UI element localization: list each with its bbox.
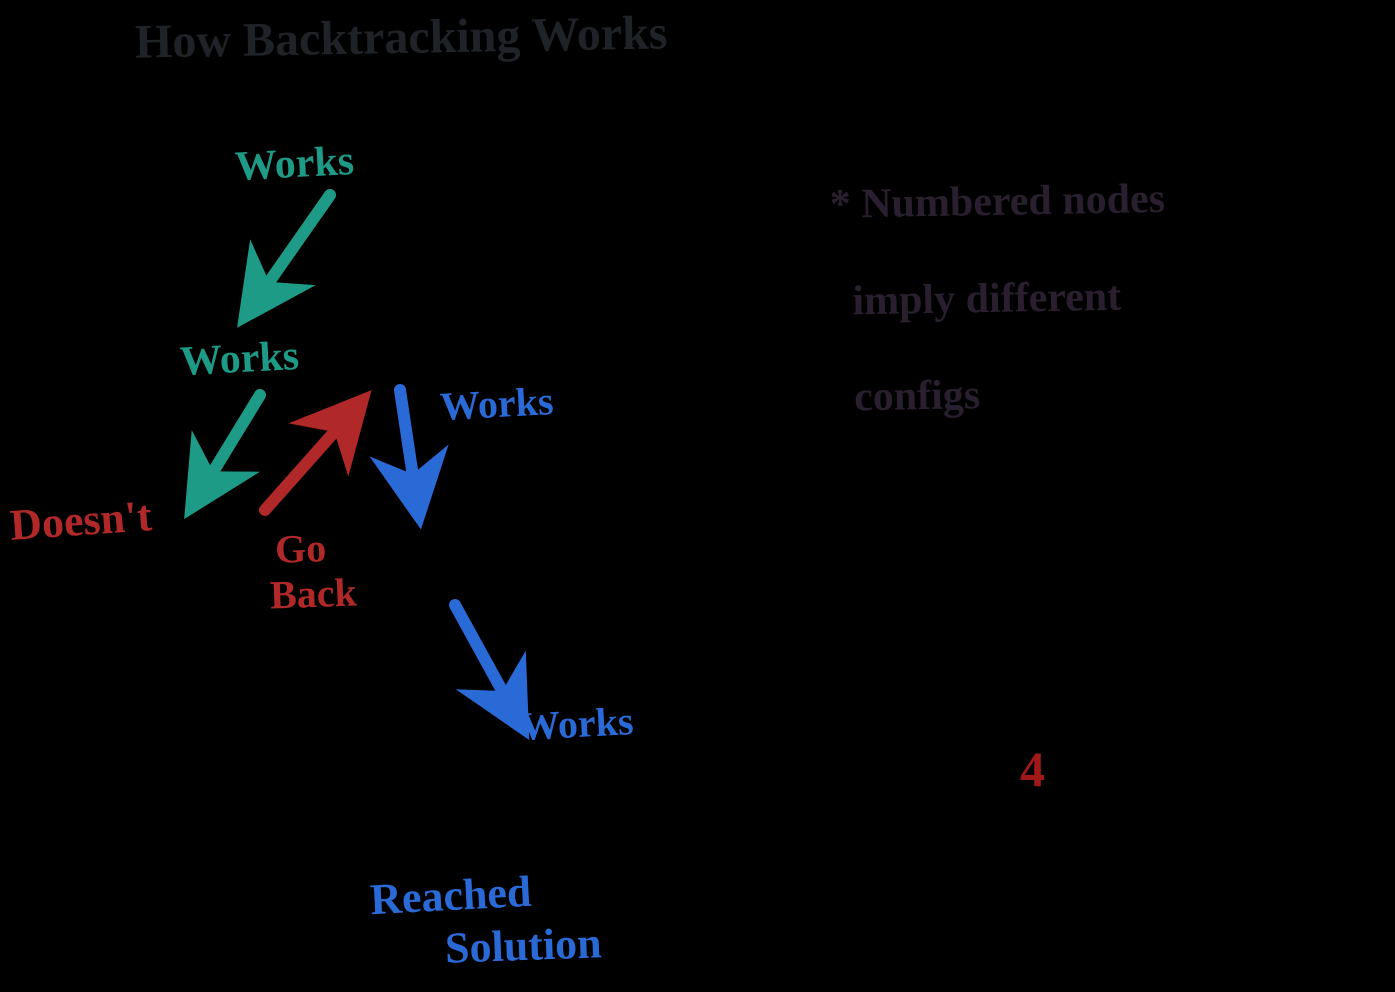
arrow-goback-red	[265, 420, 345, 510]
arrows-layer	[0, 0, 1395, 992]
arrow-works-bottom-blue	[455, 605, 510, 705]
arrow-works-right-blue	[400, 390, 415, 490]
arrow-mid-teal	[205, 395, 260, 485]
arrow-top-teal	[260, 195, 330, 295]
